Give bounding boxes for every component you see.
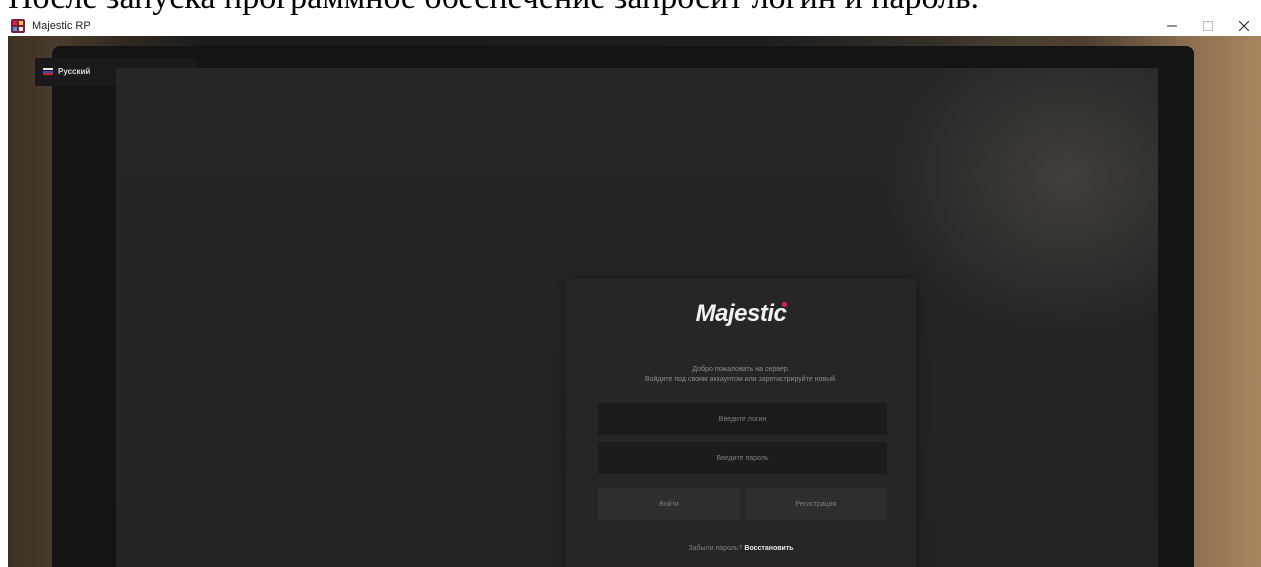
minimize-button[interactable] <box>1154 16 1190 36</box>
majestic-logo: Majestic <box>695 300 787 327</box>
close-icon <box>1239 21 1249 31</box>
password-input[interactable] <box>598 442 887 474</box>
minimize-icon <box>1167 25 1177 27</box>
document-caption-text: После запуска программное обеспечение за… <box>8 0 979 16</box>
welcome-text-line2: Войдите под своим аккаунтом или зарегист… <box>644 376 838 383</box>
login-screen: Majestic Добро пожаловать на сервер. Вой… <box>116 68 1158 567</box>
register-button[interactable]: Регистрация <box>745 488 887 520</box>
language-selected-label: Русский <box>58 67 91 76</box>
russia-flag-icon <box>43 68 53 75</box>
document-caption: После запуска программное обеспечение за… <box>0 0 1261 16</box>
welcome-text-line1: Добро пожаловать на сервер. <box>692 366 790 373</box>
login-panel: Majestic Добро пожаловать на сервер. Вой… <box>566 279 916 567</box>
majestic-rp-icon <box>11 19 25 33</box>
maximize-button[interactable] <box>1190 16 1226 36</box>
login-input[interactable] <box>598 403 887 435</box>
window-title: Majestic RP <box>32 20 91 32</box>
signin-button[interactable]: Войти <box>598 488 740 520</box>
maximize-icon <box>1203 21 1213 31</box>
game-viewport: Русский Majestic Добро пожаловать на сер… <box>8 36 1261 567</box>
logo-accent-dot <box>782 302 787 307</box>
restore-password-link[interactable]: Восстановить <box>744 545 793 552</box>
title-bar[interactable]: Majestic RP <box>8 16 1261 36</box>
forgot-password-text: Забыли пароль? <box>688 545 743 552</box>
close-button[interactable] <box>1226 16 1261 36</box>
forgot-password-row: Забыли пароль? Восстановить <box>566 544 916 553</box>
app-window: Majestic RP Русский Majestic Добро пожал… <box>8 16 1261 567</box>
